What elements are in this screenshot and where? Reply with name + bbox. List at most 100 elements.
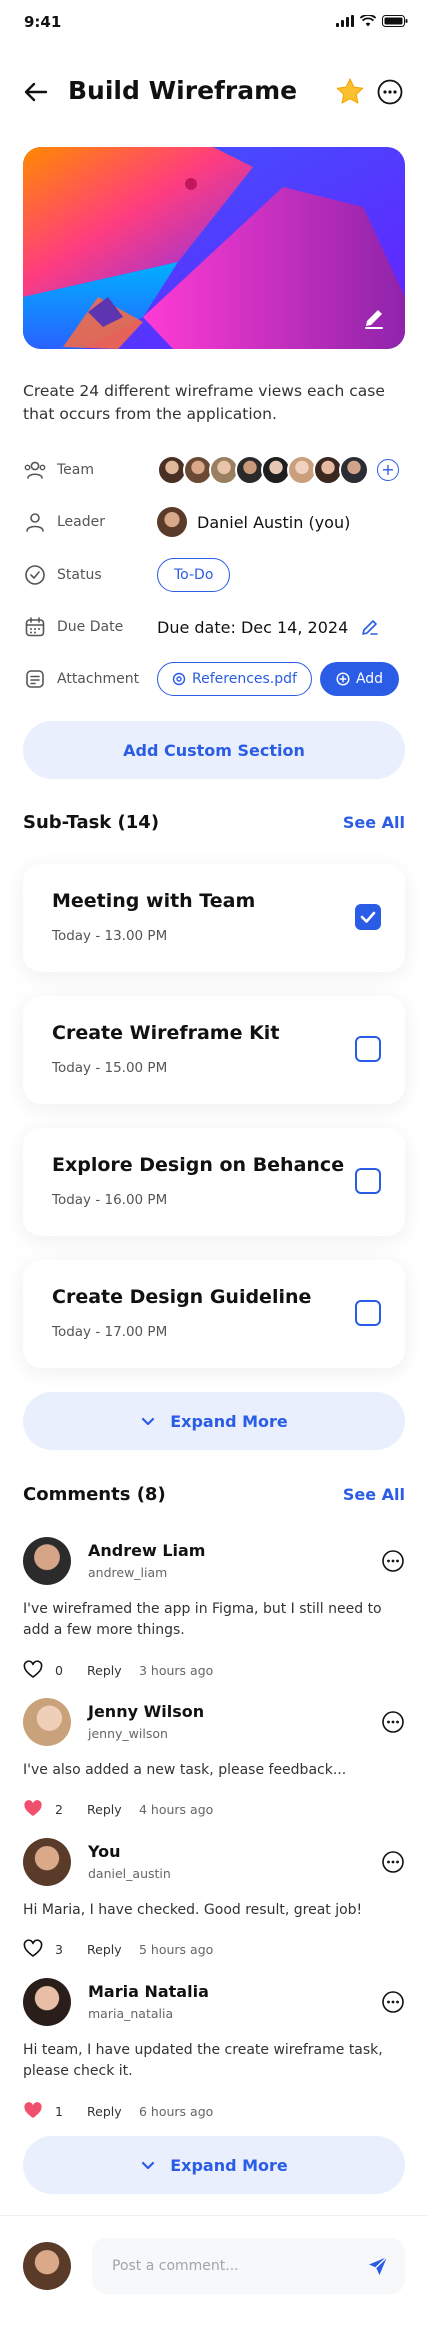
status-row: Status To-Do <box>23 555 405 595</box>
comment-time: 6 hours ago <box>139 2103 214 2119</box>
heart-filled-icon[interactable] <box>23 1799 43 1819</box>
due-date-row: Due Date Due date: Dec 14, 2024 <box>23 607 405 647</box>
status-pill[interactable]: To-Do <box>157 558 231 592</box>
due-date-label: Due Date <box>57 619 124 635</box>
comment-actions: 1 Reply 6 hours ago <box>23 2100 213 2122</box>
reply-link[interactable]: Reply <box>87 1802 127 1817</box>
like-count: 3 <box>55 1941 63 1957</box>
send-icon[interactable] <box>366 2254 390 2278</box>
add-circle-icon <box>336 672 350 686</box>
heart-filled-icon[interactable] <box>23 2101 43 2121</box>
more-options-icon[interactable] <box>381 1850 405 1874</box>
star-icon[interactable] <box>334 76 366 108</box>
expand-subtasks-button[interactable]: Expand More <box>23 1392 405 1450</box>
comments-see-all-link[interactable]: See All <box>343 1485 405 1504</box>
subtask-checkbox[interactable] <box>355 904 381 930</box>
document-icon <box>26 670 44 688</box>
like-count: 2 <box>55 1801 63 1817</box>
status-bar: 9:41 <box>0 0 428 48</box>
comment-input[interactable] <box>92 2238 405 2294</box>
commenter-username: daniel_austin <box>88 1866 171 1881</box>
heart-outline-icon[interactable] <box>23 1660 43 1680</box>
comment-time: 5 hours ago <box>139 1941 214 1957</box>
commenter-name: Maria Natalia <box>88 1982 209 2001</box>
comment-text: I've wireframed the app in Figma, but I … <box>23 1601 382 1638</box>
edit-cover-icon[interactable] <box>361 305 387 331</box>
reply-link[interactable]: Reply <box>87 1663 127 1678</box>
attachment-file-pill[interactable]: References.pdf <box>157 662 312 696</box>
checkmark-icon <box>360 911 376 923</box>
subtask-time: Today - 15.00 PM <box>52 1060 168 1076</box>
expand-comments-button[interactable]: Expand More <box>23 2136 405 2194</box>
commenter-username: andrew_liam <box>88 1565 168 1580</box>
subtask-title: Create Wireframe Kit <box>52 1022 280 1044</box>
subtask-checkbox[interactable] <box>355 1300 381 1326</box>
add-custom-section-label: Add Custom Section <box>123 740 305 760</box>
more-options-icon[interactable] <box>381 1549 405 1573</box>
subtask-time: Today - 17.00 PM <box>52 1324 168 1340</box>
subtask-card[interactable]: Create Design Guideline Today - 17.00 PM <box>23 1260 405 1368</box>
subtask-card[interactable]: Create Wireframe Kit Today - 15.00 PM <box>23 996 405 1104</box>
subtask-card[interactable]: Explore Design on Behance Today - 16.00 … <box>23 1128 405 1236</box>
comment-text: Hi Maria, I have checked. Good result, g… <box>23 1902 363 1918</box>
heart-outline-icon[interactable] <box>23 1939 43 1959</box>
more-options-icon[interactable] <box>381 1990 405 2014</box>
leader-row: Leader Daniel Austin (you) <box>23 502 405 542</box>
reply-link[interactable]: Reply <box>87 2104 127 2119</box>
edit-pencil-icon[interactable] <box>360 617 380 637</box>
comment-actions: 3 Reply 5 hours ago <box>23 1938 213 1960</box>
subtask-card[interactable]: Meeting with Team Today - 13.00 PM <box>23 864 405 972</box>
task-cover-image <box>23 147 405 349</box>
like-count: 1 <box>55 2103 63 2119</box>
team-avatars[interactable] <box>157 455 369 485</box>
chevron-down-icon <box>142 2161 155 2170</box>
comment-text: I've also added a new task, please feedb… <box>23 1762 347 1778</box>
subtasks-title: Sub-Task (14) <box>23 811 160 833</box>
commenter-name: Andrew Liam <box>88 1541 206 1560</box>
battery-icon <box>382 15 408 27</box>
comments-header: Comments (8) See All <box>23 1480 405 1508</box>
status-time: 9:41 <box>24 13 62 31</box>
avatar <box>339 455 369 485</box>
subtask-checkbox[interactable] <box>355 1168 381 1194</box>
team-icon <box>24 461 46 479</box>
more-options-icon[interactable] <box>381 1710 405 1734</box>
team-row: Team + <box>23 450 405 490</box>
subtasks-header: Sub-Task (14) See All <box>23 808 405 836</box>
comment-time: 4 hours ago <box>139 1801 214 1817</box>
like-count: 0 <box>55 1662 63 1678</box>
comment-text: Hi team, I have updated the create wiref… <box>23 2042 383 2079</box>
chevron-down-icon <box>142 1417 155 1426</box>
task-description: Create 24 different wireframe views each… <box>23 382 385 423</box>
subtask-checkbox[interactable] <box>355 1036 381 1062</box>
attachment-row: Attachment References.pdf Add <box>23 659 405 699</box>
due-date-value: Due date: Dec 14, 2024 <box>157 617 349 637</box>
calendar-icon <box>25 617 45 637</box>
expand-comments-label: Expand More <box>170 2155 288 2175</box>
attachment-file-name: References.pdf <box>192 671 297 687</box>
status-icons <box>336 15 408 27</box>
back-arrow-icon[interactable] <box>22 78 50 106</box>
leader-name: Daniel Austin (you) <box>197 512 351 532</box>
add-custom-section-button[interactable]: Add Custom Section <box>23 721 405 779</box>
current-user-avatar <box>23 2242 71 2290</box>
expand-subtasks-label: Expand More <box>170 1411 288 1431</box>
reply-link[interactable]: Reply <box>87 1942 127 1957</box>
subtasks-see-all-link[interactable]: See All <box>343 813 405 832</box>
add-member-button[interactable]: + <box>377 459 399 481</box>
commenter-name: You <box>88 1842 121 1861</box>
commenter-avatar <box>23 1698 71 1746</box>
commenter-avatar <box>23 1537 71 1585</box>
commenter-avatar <box>23 1978 71 2026</box>
paperclip-icon <box>172 672 186 686</box>
add-attachment-button[interactable]: Add <box>319 662 400 696</box>
check-circle-icon <box>25 565 45 585</box>
more-options-icon[interactable] <box>376 78 404 106</box>
page-title: Build Wireframe <box>68 76 298 105</box>
wifi-icon <box>360 15 376 27</box>
commenter-name: Jenny Wilson <box>88 1702 205 1721</box>
commenter-username: maria_natalia <box>88 2006 174 2021</box>
header: Build Wireframe <box>0 70 428 114</box>
comments-title: Comments (8) <box>23 1483 166 1505</box>
commenter-username: jenny_wilson <box>88 1726 168 1741</box>
